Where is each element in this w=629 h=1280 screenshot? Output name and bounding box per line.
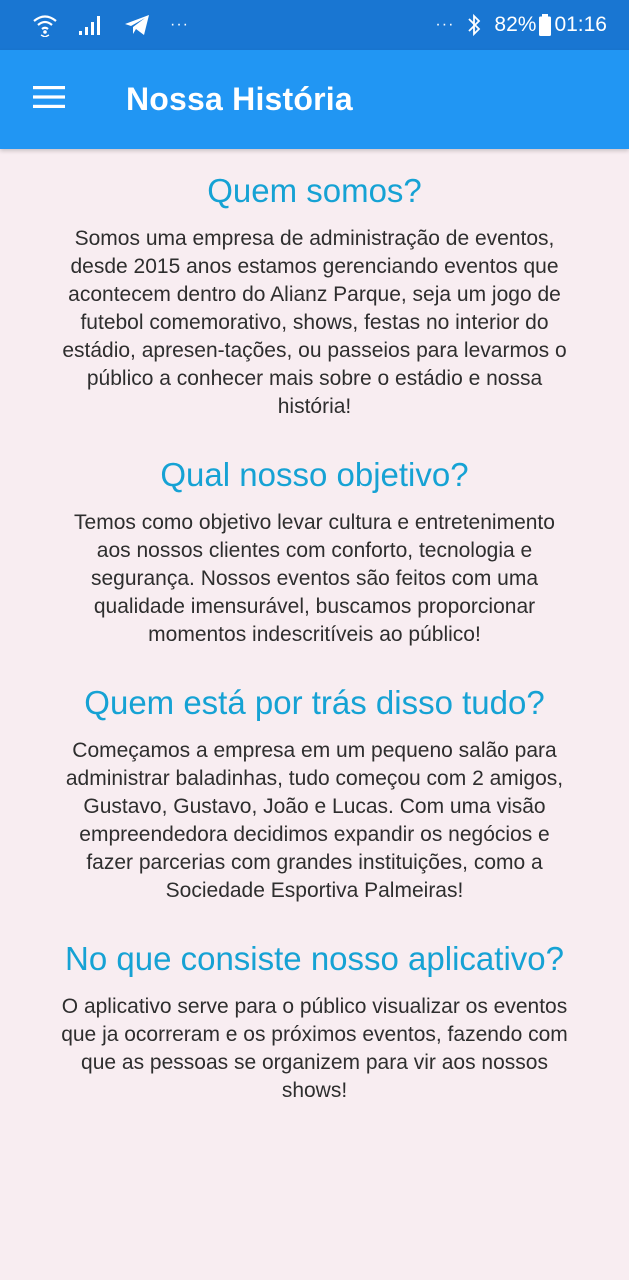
battery-percent: 82% xyxy=(494,13,537,36)
notification-dots-right: ··· xyxy=(435,16,455,33)
section-heading: Qual nosso objetivo? xyxy=(160,456,469,493)
menu-button[interactable] xyxy=(0,50,98,149)
section-body: Temos como objetivo levar cultura e entr… xyxy=(74,511,555,646)
status-bar: ··· ··· 82% 01:16 xyxy=(0,0,629,50)
hamburger-menu-icon xyxy=(32,84,66,115)
section-quem-esta-por-tras: Quem está por trás disso tudo? Começamos… xyxy=(40,683,589,905)
wifi-icon xyxy=(32,13,58,37)
section-objetivo: Qual nosso objetivo? Temos como objetivo… xyxy=(40,455,589,649)
status-right-icons: ··· 82% 01:16 xyxy=(435,13,607,37)
battery-icon xyxy=(538,13,552,37)
section-body: O aplicativo serve para o público visual… xyxy=(61,995,568,1102)
section-heading: No que consiste nosso aplicativo? xyxy=(65,940,564,977)
signal-icon xyxy=(78,14,104,36)
bluetooth-icon xyxy=(466,13,482,37)
status-left-icons: ··· xyxy=(32,13,189,37)
page-title: Nossa História xyxy=(126,81,353,117)
section-aplicativo: No que consiste nosso aplicativo? O apli… xyxy=(40,939,589,1105)
telegram-icon xyxy=(124,14,150,36)
section-heading: Quem somos? xyxy=(207,172,422,209)
section-body: Começamos a empresa em um pequeno salão … xyxy=(65,739,564,902)
clock: 01:16 xyxy=(554,13,607,36)
history-content: Quem somos? Somos uma empresa de adminis… xyxy=(0,149,629,1139)
section-quem-somos: Quem somos? Somos uma empresa de adminis… xyxy=(40,171,589,421)
section-heading: Quem está por trás disso tudo? xyxy=(84,684,545,721)
notification-dots: ··· xyxy=(170,16,189,33)
app-bar: Nossa História xyxy=(0,50,629,149)
section-body: Somos uma empresa de administração de ev… xyxy=(62,227,567,418)
